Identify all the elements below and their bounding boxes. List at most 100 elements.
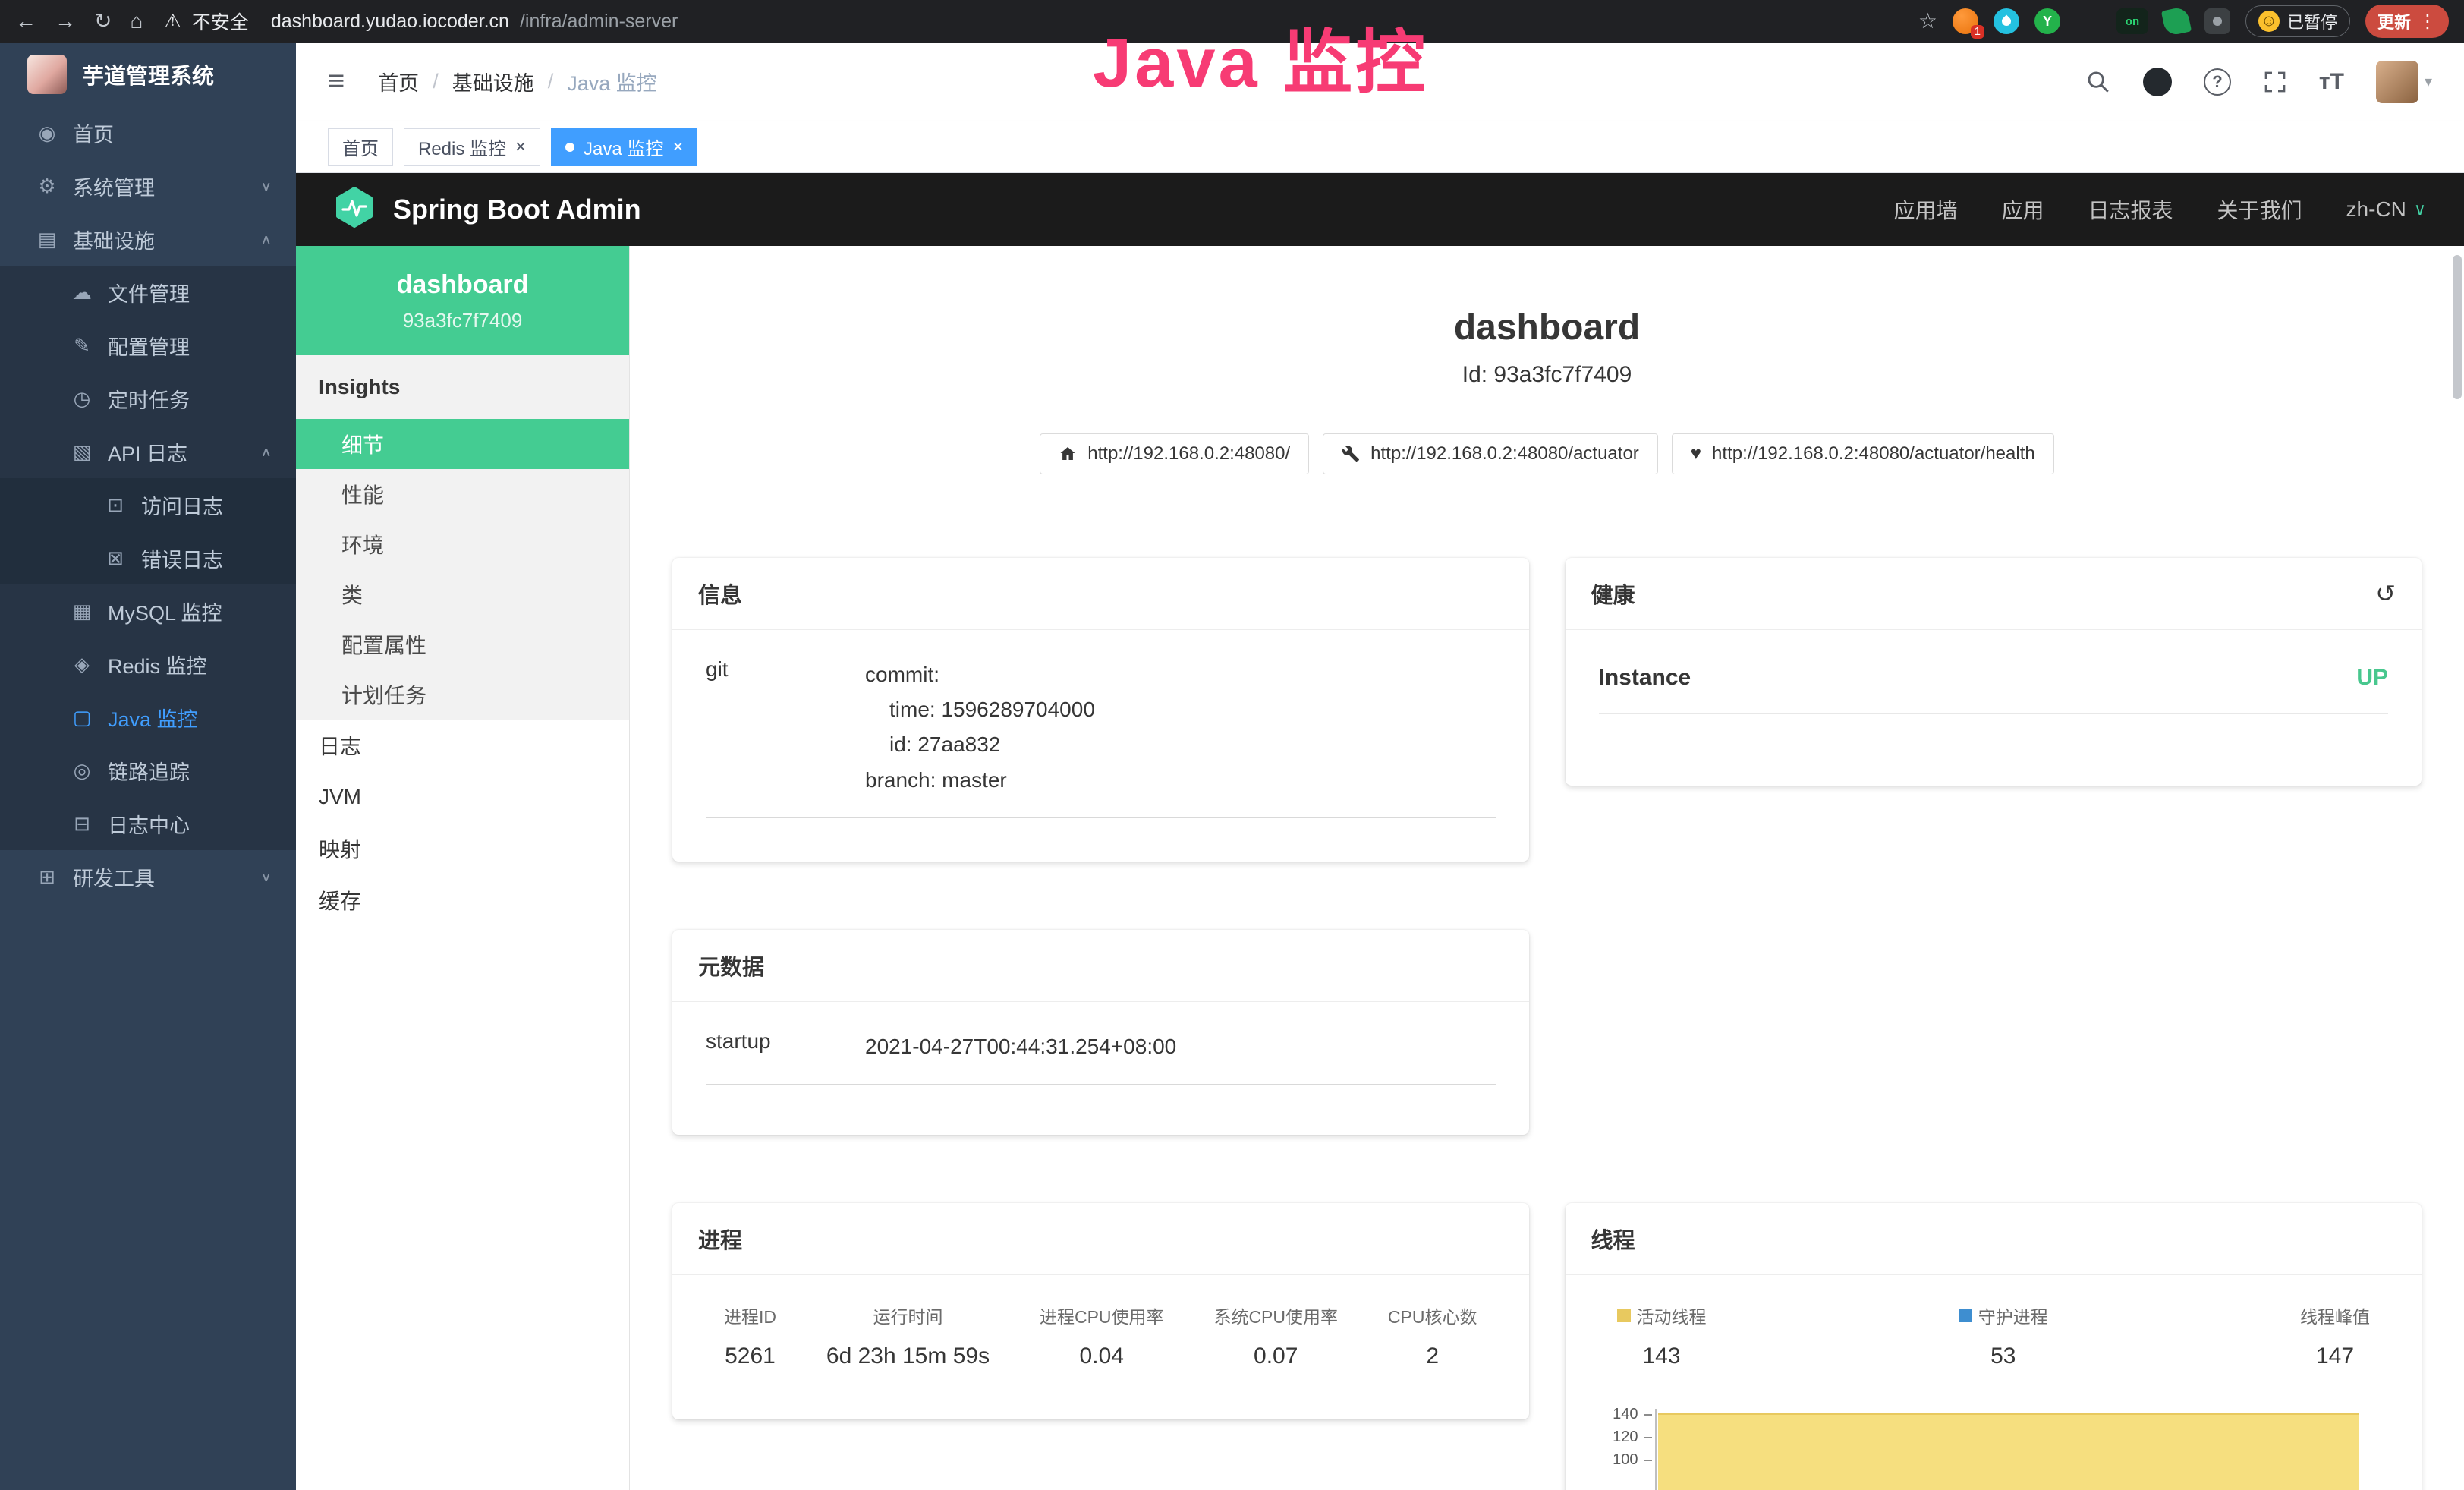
search-icon[interactable] (2085, 69, 2111, 95)
sidebar-item-log-center[interactable]: ⊟ 日志中心 (0, 797, 296, 850)
refresh-icon[interactable]: ↻ (94, 11, 112, 32)
fullscreen-icon[interactable] (2263, 70, 2287, 94)
sba-nav-about[interactable]: 关于我们 (2217, 194, 2302, 225)
forward-icon[interactable]: → (55, 11, 76, 32)
github-icon[interactable] (2143, 68, 2172, 96)
sidebar-item-infrastructure[interactable]: ▤ 基础设施 ∧ (0, 213, 296, 266)
user-menu[interactable]: ▾ (2376, 61, 2432, 103)
sba-item-caches[interactable]: 缓存 (296, 874, 629, 926)
health-card-title: 健康 (1591, 578, 1635, 610)
sba-item-config-props[interactable]: 配置属性 (296, 619, 629, 669)
sidebar-item-file-manage[interactable]: ☁ 文件管理 (0, 266, 296, 319)
extension-switch-icon[interactable]: on (2116, 8, 2148, 34)
header-actions: ? тT ▾ (2085, 61, 2432, 103)
browser-menu-icon[interactable]: ⋮ (2418, 11, 2437, 33)
service-url-link[interactable]: http://192.168.0.2:48080/ (1040, 433, 1309, 474)
sidebar-item-label: 访问日志 (141, 490, 223, 520)
cards-grid: 信息 git commit: time: 1596289704000 id: 2… (672, 558, 2422, 1490)
bookmark-star-icon[interactable]: ☆ (1918, 11, 1937, 32)
metadata-card-header: 元数据 (672, 930, 1529, 1002)
actuator-url: http://192.168.0.2:48080/actuator (1370, 443, 1639, 465)
health-heart-icon: ♥ (1691, 443, 1701, 465)
extension-fox-icon[interactable]: 1 (1953, 8, 1978, 34)
sidebar-item-error-log[interactable]: ⊠ 错误日志 (0, 531, 296, 584)
sidebar-item-trace[interactable]: ◎ 链路追踪 (0, 744, 296, 797)
sba-nav-journal[interactable]: 日志报表 (2088, 194, 2173, 225)
sidebar-item-label: Java 监控 (108, 703, 198, 732)
close-icon[interactable]: × (672, 137, 683, 158)
tag-java-monitor[interactable]: Java 监控 × (551, 128, 697, 166)
history-refresh-icon[interactable]: ↺ (2375, 581, 2396, 606)
tag-label: 首页 (342, 134, 379, 160)
sba-brand[interactable]: Spring Boot Admin (393, 194, 641, 225)
stat-system-cpu: 系统CPU使用率 0.07 (1213, 1303, 1338, 1369)
actuator-url-link[interactable]: http://192.168.0.2:48080/actuator (1323, 433, 1658, 474)
stat-label-text: 线程峰值 (2300, 1303, 2370, 1328)
sba-item-details[interactable]: 细节 (296, 419, 629, 469)
extension-green-icon[interactable]: Y (2034, 8, 2060, 34)
sidebar-item-scheduled-task[interactable]: ◷ 定时任务 (0, 372, 296, 425)
sidebar-item-system-manage[interactable]: ⚙ 系统管理 ∨ (0, 159, 296, 213)
sidebar-item-api-log[interactable]: ▧ API 日志 ∧ (0, 425, 296, 478)
avatar (2376, 61, 2418, 103)
access-log-icon: ⊡ (99, 493, 132, 517)
page-scrollbar-thumb[interactable] (2453, 255, 2462, 399)
sba-nav-wallboard[interactable]: 应用墙 (1893, 194, 1957, 225)
sidebar-item-home[interactable]: ◉ 首页 (0, 106, 296, 159)
info-card-title: 信息 (698, 578, 742, 610)
sba-item-jvm[interactable]: JVM (296, 771, 629, 823)
threads-card-header: 线程 (1566, 1203, 2422, 1275)
extension-grid-icon[interactable] (2075, 8, 2101, 34)
sba-item-metrics[interactable]: 性能 (296, 469, 629, 519)
app-logo-row[interactable]: 芋道管理系统 (0, 43, 296, 106)
extension-drop-icon[interactable] (1994, 8, 2019, 34)
legend-square-yellow (1617, 1309, 1631, 1322)
browser-home-icon[interactable]: ⌂ (130, 11, 143, 32)
help-icon[interactable]: ? (2204, 68, 2231, 96)
sidebar-toggle-icon[interactable]: ≡ (328, 65, 345, 98)
health-url-link[interactable]: ♥ http://192.168.0.2:48080/actuator/heal… (1672, 433, 2054, 474)
breadcrumb: 首页 / 基础设施 / Java 监控 (378, 67, 657, 96)
health-row[interactable]: Instance UP (1599, 657, 2389, 714)
instance-header[interactable]: dashboard 93a3fc7f7409 (296, 246, 629, 355)
sidebar-item-access-log[interactable]: ⊡ 访问日志 (0, 478, 296, 531)
process-stats: 进程ID 5261 运行时间 6d 23h 15m 59s 进程CPU使用率 0… (706, 1303, 1496, 1369)
chevron-up-icon: ∧ (260, 443, 272, 459)
sba-nav-applications[interactable]: 应用 (2002, 194, 2044, 225)
tag-redis-monitor[interactable]: Redis 监控 × (404, 128, 540, 166)
address-bar[interactable]: ⚠ 不安全 dashboard.yudao.iocoder.cn/infra/a… (164, 8, 1899, 35)
stat-value: 143 (1617, 1344, 1707, 1369)
sidebar-item-config-manage[interactable]: ✎ 配置管理 (0, 319, 296, 372)
active-dot (565, 143, 574, 152)
breadcrumb-infrastructure[interactable]: 基础设施 (452, 67, 534, 96)
extension-leaf-icon[interactable] (2161, 6, 2192, 36)
tag-home[interactable]: 首页 (328, 128, 393, 166)
breadcrumb-home[interactable]: 首页 (378, 67, 419, 96)
app-title: 芋道管理系统 (82, 58, 214, 90)
health-url: http://192.168.0.2:48080/actuator/health (1712, 443, 2035, 465)
sba-item-scheduled-tasks[interactable]: 计划任务 (296, 669, 629, 720)
close-icon[interactable]: × (515, 137, 526, 158)
sidebar-item-mysql-monitor[interactable]: ▦ MySQL 监控 (0, 584, 296, 638)
back-icon[interactable]: ← (15, 11, 36, 32)
process-card-title: 进程 (698, 1223, 742, 1255)
sba-item-classes[interactable]: 类 (296, 569, 629, 619)
extensions-puzzle-icon[interactable] (2204, 8, 2230, 34)
locale-select[interactable]: zh-CN ∨ (2346, 197, 2426, 222)
stat-pid: 进程ID 5261 (724, 1303, 776, 1369)
sba-item-logs[interactable]: 日志 (296, 720, 629, 771)
profile-smiley-icon: ☺ (2258, 11, 2280, 32)
tag-label: Redis 监控 (418, 134, 506, 160)
font-size-icon[interactable]: тT (2319, 69, 2344, 95)
sidebar-item-label: 文件管理 (108, 278, 190, 307)
sba-item-mappings[interactable]: 映射 (296, 823, 629, 874)
chrome-update-button[interactable]: 更新 ⋮ (2365, 5, 2449, 38)
sidebar-item-devtools[interactable]: ⊞ 研发工具 ∨ (0, 850, 296, 903)
url-domain: dashboard.yudao.iocoder.cn (271, 11, 509, 33)
sba-item-environment[interactable]: 环境 (296, 519, 629, 569)
profile-paused-badge[interactable]: ☺ 已暂停 (2245, 5, 2350, 37)
sidebar-item-label: 研发工具 (73, 862, 155, 892)
live-threads-area (1658, 1413, 2360, 1490)
sidebar-item-redis-monitor[interactable]: ◈ Redis 监控 (0, 638, 296, 691)
sidebar-item-java-monitor[interactable]: ▢ Java 监控 (0, 691, 296, 744)
